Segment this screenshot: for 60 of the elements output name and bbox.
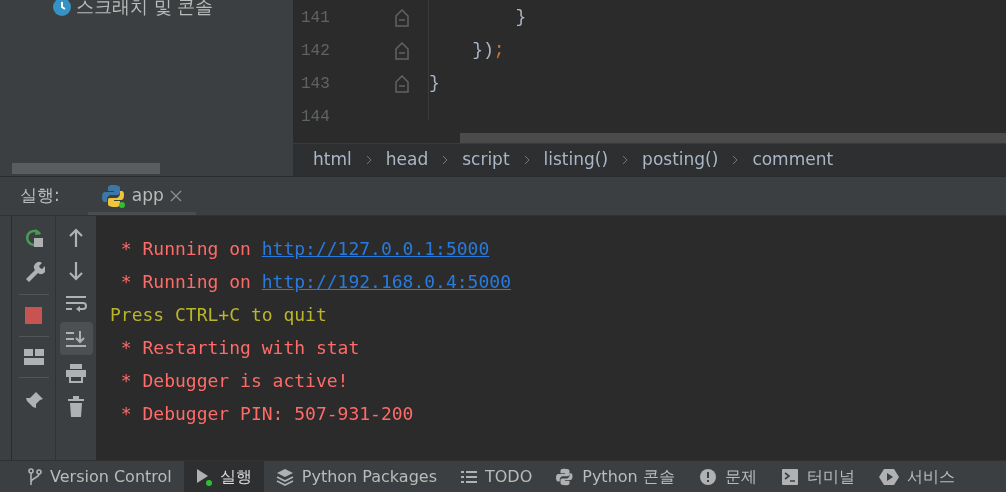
python-icon — [101, 183, 126, 208]
console-line: * Restarting with stat — [119, 336, 361, 360]
breadcrumb[interactable]: comment — [752, 147, 834, 173]
hexagon-play-icon — [878, 467, 899, 486]
scrollbar-thumb[interactable] — [12, 163, 160, 174]
tool-window-tab[interactable]: 서비스 — [866, 461, 967, 492]
console-link[interactable]: http://127.0.0.1:5000 — [261, 238, 490, 259]
branch-icon — [28, 467, 42, 486]
tool-window-tab[interactable]: Python 콘솔 — [544, 461, 687, 492]
chevron-icon — [442, 154, 449, 165]
code-line: } — [429, 72, 440, 95]
chevron-icon — [523, 154, 530, 165]
line-number: 141 — [300, 7, 331, 29]
fold-marker-icon[interactable] — [395, 41, 409, 60]
layout-icon[interactable] — [23, 349, 44, 365]
tool-window-tab[interactable]: 문제 — [686, 461, 769, 492]
console-line: Press CTRL+C to quit — [110, 303, 328, 327]
terminal-icon — [780, 467, 799, 486]
console-line: * Running on http://127.0.0.1:5000 — [119, 237, 491, 261]
tool-window-tab[interactable]: Version Control — [16, 461, 184, 492]
breadcrumb[interactable]: head — [385, 147, 429, 173]
console-line: * Running on http://192.168.0.4:5000 — [119, 270, 512, 294]
run-icon — [195, 467, 212, 486]
chevron-icon — [365, 154, 372, 165]
chevron-icon — [622, 154, 629, 165]
scrollbar-thumb[interactable] — [460, 133, 1006, 143]
console-line: * Debugger is active! — [119, 369, 350, 393]
chevron-icon — [732, 154, 739, 165]
scroll-to-end-icon — [65, 328, 87, 349]
tool-window-tab[interactable]: 터미널 — [768, 461, 867, 492]
close-icon[interactable] — [169, 189, 182, 202]
line-number: 143 — [300, 73, 331, 95]
list-icon — [460, 469, 477, 484]
arrow-down-icon[interactable] — [68, 261, 84, 281]
python-icon — [556, 467, 575, 486]
printer-icon[interactable] — [65, 363, 87, 383]
breadcrumb[interactable]: posting() — [642, 147, 719, 173]
tool-window-tab[interactable]: 실행 — [183, 461, 264, 492]
code-line: } — [514, 6, 527, 29]
tree-item[interactable]: 스크래치 및 콘솔 — [52, 0, 293, 18]
arrow-up-icon[interactable] — [68, 228, 84, 248]
fold-marker-icon[interactable] — [395, 74, 409, 93]
soft-wrap-icon[interactable] — [65, 294, 87, 314]
line-number: 144 — [300, 106, 331, 128]
tool-window-tab[interactable]: Python Packages — [263, 461, 449, 492]
console-link[interactable]: http://192.168.0.4:5000 — [261, 271, 511, 292]
scroll-to-end-button[interactable] — [59, 322, 93, 355]
tool-window-tab[interactable]: TODO — [448, 461, 545, 492]
trash-icon[interactable] — [67, 396, 85, 418]
panel-title: 실행: — [20, 184, 60, 208]
line-number: 142 — [300, 40, 331, 62]
clock-icon — [52, 0, 72, 17]
breadcrumb[interactable]: script — [462, 147, 510, 173]
console-line: * Debugger PIN: 507-931-200 — [119, 402, 415, 426]
fold-marker-icon[interactable] — [395, 8, 409, 27]
breadcrumb[interactable]: html — [313, 147, 352, 173]
breadcrumb[interactable]: listing() — [543, 147, 609, 173]
code-line: }); — [471, 39, 505, 62]
layers-icon — [275, 467, 294, 486]
exclamation-icon — [698, 467, 717, 486]
